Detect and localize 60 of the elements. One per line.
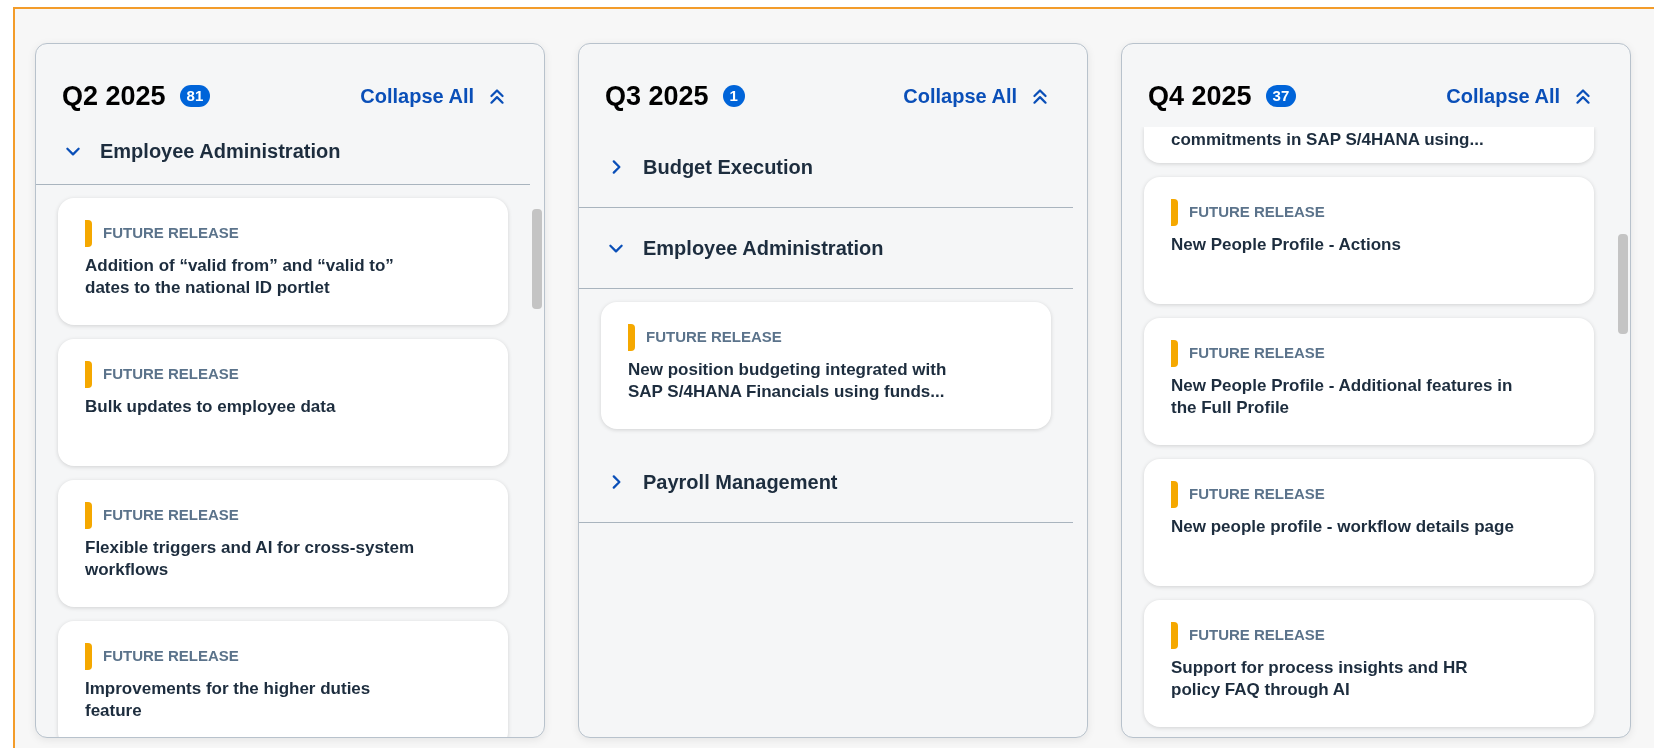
release-card[interactable]: FUTURE RELEASE New position budgeting integrated with SAP S/4HANA Financials using funds... (601, 301, 1051, 429)
group-title: Employee Administration (100, 139, 341, 164)
status-bar-icon (1171, 339, 1178, 367)
status-bar-icon (85, 360, 92, 388)
release-card[interactable]: FUTURE RELEASE New People Profile - Actions (1144, 176, 1594, 304)
card-title: Flexible triggers and AI for cross-system workflows (85, 536, 416, 581)
status-bar-icon (85, 219, 92, 247)
release-tag: FUTURE RELEASE (1189, 623, 1325, 647)
status-bar-icon (1171, 480, 1178, 508)
double-chevron-up-icon (488, 86, 506, 107)
double-chevron-up-icon (1574, 86, 1592, 107)
card-title: New people profile - workflow details page (1171, 515, 1515, 538)
release-card[interactable]: FUTURE RELEASE Improvements for the higher duties feature (58, 620, 508, 737)
card-title: New position budgeting integrated with SAP S/4HANA Financials using funds... (628, 358, 948, 403)
count-badge: 1 (722, 85, 745, 108)
scrollbar[interactable] (1618, 234, 1628, 334)
count-badge: 81 (179, 85, 211, 108)
group-title: Employee Administration (643, 235, 884, 261)
status-bar-icon (628, 323, 635, 351)
release-card[interactable]: commitments in SAP S/4HANA using... (1144, 126, 1594, 163)
scrollbar[interactable] (532, 209, 542, 309)
collapse-all-button[interactable]: Collapse All (903, 81, 1049, 112)
collapse-all-button[interactable]: Collapse All (1446, 81, 1592, 112)
group-header[interactable]: Budget Execution (579, 126, 1073, 208)
release-tag: FUTURE RELEASE (646, 325, 782, 349)
group-header[interactable]: Employee Administration (579, 207, 1073, 289)
release-tag: FUTURE RELEASE (103, 503, 239, 527)
release-tag: FUTURE RELEASE (103, 644, 239, 668)
release-card[interactable]: FUTURE RELEASE New People Profile - Additional features in the Full Profile (1144, 317, 1594, 445)
status-bar-icon (85, 501, 92, 529)
release-tag: FUTURE RELEASE (103, 362, 239, 386)
group-title: Payroll Management (643, 469, 838, 495)
group-title: Budget Execution (643, 154, 813, 180)
collapse-all-button[interactable]: Collapse All (360, 81, 506, 112)
card-title: Addition of “valid from” and “valid to” dates to the national ID portlet (85, 254, 395, 299)
double-chevron-up-icon (1031, 86, 1049, 107)
release-tag: FUTURE RELEASE (1189, 482, 1325, 506)
card-title: New People Profile - Actions (1171, 233, 1402, 256)
quarter-title: Q4 2025 (1148, 80, 1252, 113)
quarter-title: Q2 2025 (62, 80, 166, 113)
release-card[interactable]: FUTURE RELEASE New people profile - workflow details page (1144, 458, 1594, 586)
status-bar-icon (85, 642, 92, 670)
group-header[interactable]: Employee Administration (36, 126, 530, 185)
status-bar-icon (1171, 198, 1178, 226)
card-title: New People Profile - Additional features in the Full Profile (1171, 374, 1514, 419)
release-card[interactable]: FUTURE RELEASE Support for process insights and HR policy FAQ through AI (1144, 599, 1594, 727)
release-tag: FUTURE RELEASE (103, 221, 239, 245)
card-title: Improvements for the higher duties feature (85, 677, 372, 722)
release-card[interactable]: FUTURE RELEASE Flexible triggers and AI for cross-system workflows (58, 479, 508, 607)
group-header[interactable]: Payroll Management (579, 441, 1073, 523)
status-bar-icon (1171, 621, 1178, 649)
card-title: Bulk updates to employee data (85, 395, 337, 418)
card-title: Support for process insights and HR policy FAQ through AI (1171, 656, 1469, 701)
release-tag: FUTURE RELEASE (1189, 341, 1325, 365)
release-tag: FUTURE RELEASE (1189, 200, 1325, 224)
quarter-title: Q3 2025 (605, 80, 709, 113)
release-card[interactable]: FUTURE RELEASE Addition of “valid from” and “valid to” dates to the national ID portlet (58, 197, 508, 325)
card-title: commitments in SAP S/4HANA using... (1171, 128, 1485, 151)
release-card[interactable]: FUTURE RELEASE Bulk updates to employee data (58, 338, 508, 466)
count-badge: 37 (1265, 85, 1297, 108)
